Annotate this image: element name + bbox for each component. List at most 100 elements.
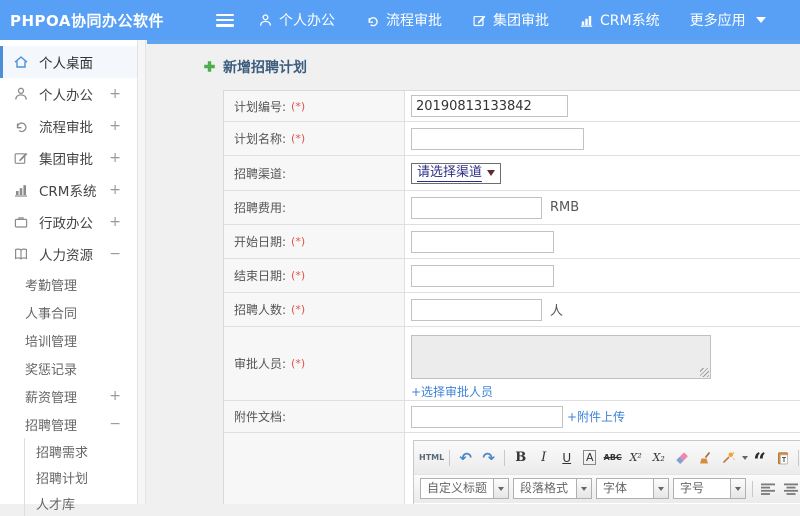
- sidebar-item-personal-office[interactable]: 个人办公 +: [0, 78, 137, 110]
- topnav-workflow-approval[interactable]: 流程审批: [365, 10, 442, 30]
- expand-icon[interactable]: +: [109, 86, 121, 102]
- required-mark: (*): [291, 269, 306, 282]
- form-row-cost: 招聘费用: RMB: [224, 191, 800, 225]
- expand-icon[interactable]: +: [109, 214, 121, 230]
- strikethrough-button[interactable]: ABC: [602, 448, 623, 467]
- topnav-group-approval[interactable]: 集团审批: [472, 10, 549, 30]
- currency-suffix: RMB: [550, 200, 580, 215]
- undo-button[interactable]: ↶: [455, 448, 476, 467]
- bold-button[interactable]: B: [510, 448, 531, 467]
- autotypeset-wand-icon[interactable]: [717, 448, 738, 467]
- edit-icon: [13, 150, 30, 167]
- plan-name-input[interactable]: [411, 127, 584, 150]
- form-row-plan-no: 计划编号: (*): [224, 91, 800, 122]
- plan-no-input[interactable]: [411, 95, 568, 117]
- align-left-icon[interactable]: [758, 479, 779, 498]
- caret-down-icon: [581, 486, 588, 491]
- heading-style-select[interactable]: 自定义标题: [420, 478, 510, 499]
- chart-icon: [579, 13, 594, 28]
- redo-button[interactable]: ↷: [478, 448, 499, 467]
- main-content: 新增招聘计划 计划编号:(*) 计划名称:(*) 招聘渠道:: [147, 40, 800, 504]
- font-family-select[interactable]: 字体: [596, 478, 670, 499]
- blockquote-button[interactable]: “: [749, 451, 770, 473]
- select-approvers-link[interactable]: +选择审批人员: [411, 383, 493, 400]
- sidebar-item-group-approval[interactable]: 集团审批 +: [0, 142, 137, 174]
- topnav-personal-office[interactable]: 个人办公: [258, 10, 335, 30]
- expand-icon[interactable]: +: [109, 118, 121, 134]
- sidebar-item-salary[interactable]: 薪资管理 +: [0, 382, 137, 410]
- field-label: [224, 433, 405, 504]
- field-label: 结束日期: (*): [224, 259, 405, 292]
- end-date-input[interactable]: [411, 264, 554, 287]
- collapse-icon[interactable]: −: [109, 416, 121, 432]
- collapse-icon[interactable]: −: [109, 246, 121, 262]
- briefcase-icon: [13, 214, 30, 231]
- topbar: PHPOA协同办公软件 个人办公 流程审批 集团审批 CRM系统 更多应用: [0, 0, 800, 40]
- edit-icon: [472, 13, 487, 28]
- sidebar-item-personal-desktop[interactable]: 个人桌面: [0, 46, 137, 78]
- book-icon: [13, 246, 30, 263]
- sidebar-scrollbar[interactable]: [137, 40, 146, 504]
- headcount-input[interactable]: [411, 298, 542, 321]
- sidebar-item-admin-office[interactable]: 行政办公 +: [0, 206, 137, 238]
- expand-icon[interactable]: +: [109, 388, 121, 404]
- font-size-select[interactable]: 字号: [673, 478, 747, 499]
- start-date-input[interactable]: [411, 230, 554, 253]
- attachment-upload-link[interactable]: +附件上传: [567, 408, 625, 425]
- html-source-button[interactable]: HTML: [419, 448, 444, 467]
- home-icon: [13, 54, 30, 71]
- sidebar-item-recruit-demand[interactable]: 招聘需求: [25, 438, 137, 464]
- channel-select[interactable]: 请选择渠道: [411, 162, 502, 184]
- rich-text-editor: HTML ↶ ↷ B I U A ABC X² X₂ “ 自定义标题 段落格式 …: [413, 440, 800, 504]
- topnav-more-apps[interactable]: 更多应用: [690, 10, 766, 30]
- flow-icon: [13, 118, 30, 135]
- expand-icon[interactable]: +: [109, 182, 121, 198]
- chart-icon: [13, 182, 30, 199]
- align-center-icon[interactable]: [781, 479, 800, 498]
- required-mark: (*): [291, 132, 306, 145]
- recruit-submenu: 招聘需求 招聘计划 人才库: [24, 438, 137, 516]
- sidebar-item-recruit-plan[interactable]: 招聘计划: [25, 464, 137, 490]
- sidebar-item-training[interactable]: 培训管理: [0, 326, 137, 354]
- sidebar-item-recruit-mgmt[interactable]: 招聘管理 −: [0, 410, 137, 438]
- resize-grip-icon[interactable]: [700, 368, 709, 377]
- subscript-button[interactable]: X₂: [648, 448, 669, 467]
- caret-down-icon[interactable]: [742, 455, 749, 460]
- superscript-button[interactable]: X²: [625, 448, 646, 467]
- person-icon: [13, 86, 30, 103]
- field-label: 计划名称: (*): [224, 122, 405, 155]
- sidebar-item-rewards[interactable]: 奖惩记录: [0, 354, 137, 382]
- field-label: 招聘人数: (*): [224, 293, 405, 326]
- attachment-input[interactable]: [411, 405, 563, 428]
- font-style-button[interactable]: A: [582, 450, 597, 465]
- expand-icon[interactable]: +: [109, 150, 121, 166]
- eraser-icon[interactable]: [671, 448, 692, 467]
- sidebar-item-human-resources[interactable]: 人力资源 −: [0, 238, 137, 270]
- required-mark: (*): [291, 303, 306, 316]
- format-brush-icon[interactable]: [694, 448, 715, 467]
- people-suffix: 人: [550, 304, 564, 319]
- topnav-crm-system[interactable]: CRM系统: [579, 10, 660, 30]
- editor-toolbar-row1: HTML ↶ ↷ B I U A ABC X² X₂ “: [414, 441, 800, 474]
- sidebar-item-talent-pool[interactable]: 人才库: [25, 490, 137, 516]
- hamburger-menu-icon[interactable]: [216, 13, 234, 27]
- approvers-textarea[interactable]: [411, 335, 711, 379]
- caret-down-icon: [735, 486, 742, 491]
- form-row-start-date: 开始日期: (*): [224, 225, 800, 259]
- form-row-approvers: 审批人员: (*) +选择审批人员: [224, 327, 800, 401]
- cost-input[interactable]: [411, 196, 542, 219]
- sidebar-item-crm-system[interactable]: CRM系统 +: [0, 174, 137, 206]
- form-row-attachment: 附件文档: +附件上传: [224, 401, 800, 433]
- underline-button[interactable]: U: [556, 448, 577, 467]
- italic-button[interactable]: I: [533, 448, 554, 467]
- select-arrow-icon: [487, 170, 496, 176]
- field-label: 开始日期: (*): [224, 225, 405, 258]
- sidebar-item-hr-contract[interactable]: 人事合同: [0, 298, 137, 326]
- recruit-plan-form: 计划编号:(*) 计划名称:(*) 招聘渠道: 请选择渠道: [223, 90, 800, 504]
- paragraph-format-select[interactable]: 段落格式: [513, 478, 593, 499]
- sidebar-item-workflow-approval[interactable]: 流程审批 +: [0, 110, 137, 142]
- paste-icon[interactable]: [772, 448, 793, 467]
- field-label: 计划编号: (*): [224, 91, 405, 121]
- sidebar-item-attendance[interactable]: 考勤管理: [0, 270, 137, 298]
- person-icon: [258, 13, 273, 28]
